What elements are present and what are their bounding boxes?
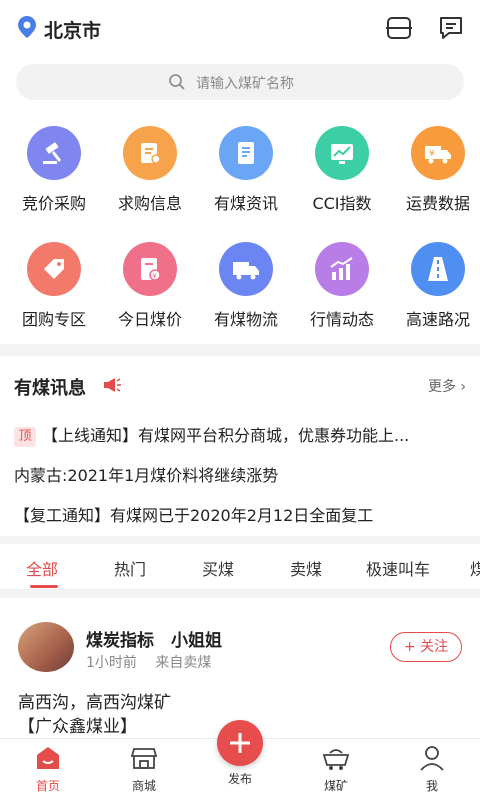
svg-text:¥: ¥ (429, 149, 435, 159)
grid-item-highway-conditions[interactable]: 高速路况 (390, 242, 480, 330)
function-grid: 竞价采购 求购信息 有煤资讯 CCI指数 ¥ 运费数据 团购专区 ¥ 今日煤价 (0, 118, 480, 344)
grid-item-auction[interactable]: 竞价采购 (6, 126, 102, 214)
price-document-icon: ¥ (123, 242, 177, 296)
tab-express-call[interactable]: 极速叫车 (366, 556, 430, 580)
follow-button[interactable]: + 关注 (390, 632, 462, 662)
grid-item-today-price[interactable]: ¥ 今日煤价 (102, 242, 198, 330)
plus-icon (230, 733, 250, 753)
news-section-title: 有煤讯息 (14, 378, 86, 399)
search-placeholder: 请输入煤矿名称 (196, 76, 294, 92)
grid-item-logistics[interactable]: 有煤物流 (198, 242, 294, 330)
search-section: 请输入煤矿名称 (0, 56, 480, 118)
grid-item-freight-data[interactable]: ¥ 运费数据 (390, 126, 480, 214)
clipboard-search-icon (123, 126, 177, 180)
news-section: 有煤讯息 更多 › 顶【上线通知】有煤网平台积分商城，优惠券功能上... 内蒙古… (0, 356, 480, 536)
nav-shop[interactable]: 商城 (96, 739, 192, 794)
tab-all[interactable]: 全部 (26, 556, 58, 580)
news-item[interactable]: 顶【上线通知】有煤网平台积分商城，优惠券功能上... (14, 422, 470, 447)
tab-hot[interactable]: 热门 (114, 556, 146, 580)
city-name[interactable]: 北京市 (44, 16, 101, 43)
feed-post[interactable]: 煤炭指标 小姐姐 1小时前 来自卖煤 + 关注 高西沟，高西沟煤矿 【广众鑫煤业… (0, 598, 480, 738)
scan-icon[interactable] (386, 16, 412, 40)
avatar[interactable] (18, 622, 74, 672)
publish-button[interactable] (217, 720, 263, 766)
tab-buy-coal[interactable]: 买煤 (202, 556, 234, 580)
tab-coal-partial[interactable]: 煤 (470, 556, 480, 580)
grid-item-market-trends[interactable]: 行情动态 (294, 242, 390, 330)
trend-bars-icon (315, 242, 369, 296)
tab-sell-coal[interactable]: 卖煤 (290, 556, 322, 580)
nav-coal-mine[interactable]: 煤矿 (288, 739, 384, 794)
grid-item-group-buy[interactable]: 团购专区 (6, 242, 102, 330)
chevron-right-icon: › (460, 379, 466, 395)
nav-home[interactable]: 首页 (0, 739, 96, 794)
news-item[interactable]: 内蒙古:2021年1月煤价料将继续涨势 (14, 462, 470, 486)
news-item[interactable]: 【复工通知】有煤网已于2020年2月12日全面复工 (14, 502, 470, 526)
truck-yen-icon: ¥ (411, 126, 465, 180)
coal-cart-icon (322, 749, 350, 770)
top-bar: 北京市 (0, 0, 480, 56)
message-icon[interactable] (438, 15, 464, 41)
post-text: 高西沟，高西沟煤矿 (18, 693, 171, 713)
category-tabs: 全部 热门 买煤 卖煤 极速叫车 煤 (0, 544, 480, 590)
document-icon (219, 126, 273, 180)
search-icon (169, 74, 185, 90)
post-meta: 1小时前 来自卖煤 (86, 655, 212, 671)
active-tab-indicator (30, 585, 58, 588)
nav-me[interactable]: 我 (384, 739, 480, 794)
truck-icon (219, 242, 273, 296)
home-icon (37, 747, 59, 769)
location-pin-icon[interactable] (18, 16, 36, 38)
grid-item-purchase-info[interactable]: 求购信息 (102, 126, 198, 214)
chart-screen-icon (315, 126, 369, 180)
tag-icon (27, 242, 81, 296)
post-text-secondary: 【广众鑫煤业】 (18, 717, 137, 737)
post-author[interactable]: 煤炭指标 小姐姐 (86, 626, 222, 651)
publish-label: 发布 (227, 772, 252, 786)
user-icon (420, 746, 444, 771)
grid-item-cci-index[interactable]: CCI指数 (294, 126, 390, 214)
news-more-link[interactable]: 更多 › (428, 376, 466, 396)
grid-item-coal-news[interactable]: 有煤资讯 (198, 126, 294, 214)
road-icon (411, 242, 465, 296)
auction-gavel-icon (27, 126, 81, 180)
pinned-badge: 顶 (14, 427, 36, 447)
svg-text:¥: ¥ (152, 272, 157, 280)
search-input[interactable]: 请输入煤矿名称 (16, 64, 464, 100)
megaphone-icon (104, 378, 121, 392)
shop-icon (130, 748, 158, 769)
